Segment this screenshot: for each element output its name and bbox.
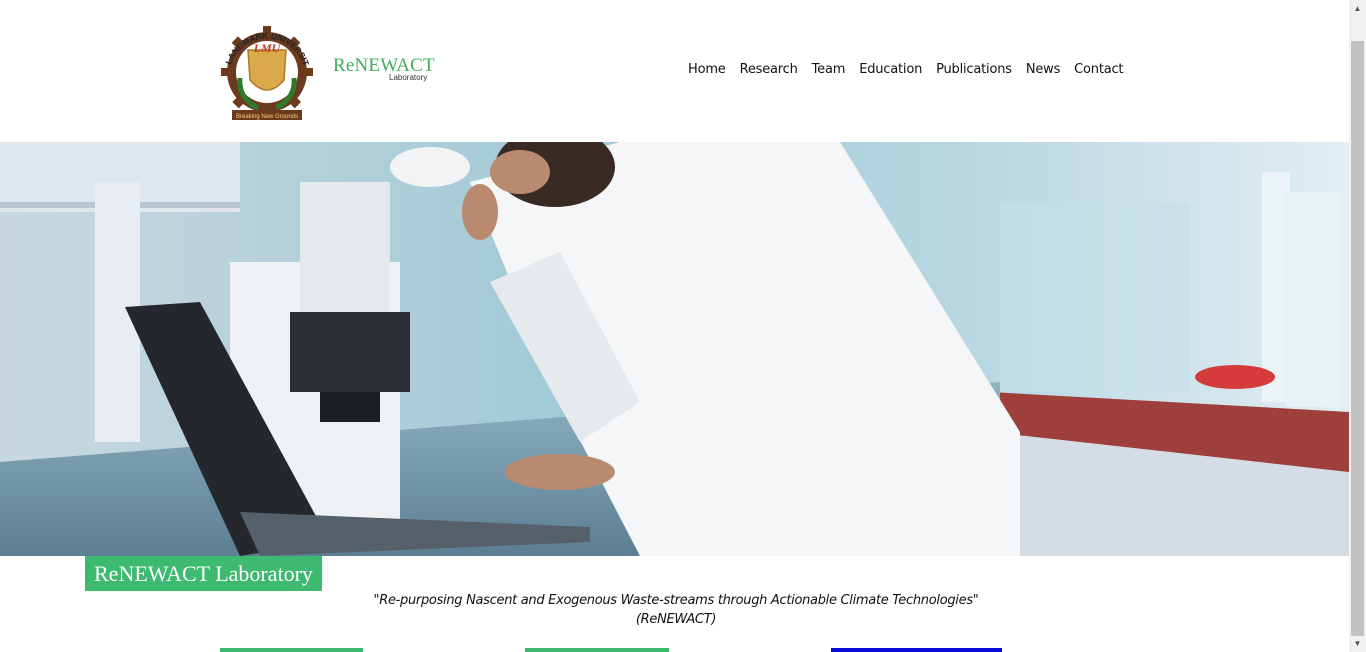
hero-image [0,142,1349,556]
nav-news[interactable]: News [1026,62,1061,77]
lab-tagline: "Re-purposing Nascent and Exogenous Wast… [300,591,1052,629]
cta-button-1[interactable] [220,648,363,652]
svg-text:Breaking New Grounds: Breaking New Grounds [236,114,298,120]
scroll-down-icon[interactable]: ▼ [1349,635,1366,652]
main-nav: Home Research Team Education Publication… [688,62,1137,77]
site-header: LMU LANDMARK UNIVERSITY Breaking New Gro… [0,0,1349,142]
nav-research[interactable]: Research [740,62,798,77]
logo-emblem-icon: LMU LANDMARK UNIVERSITY Breaking New Gro… [215,10,313,120]
scroll-thumb[interactable] [1351,41,1364,636]
brand-subtitle: Laboratory [389,73,428,82]
tagline-line-1: "Re-purposing Nascent and Exogenous Wast… [373,593,979,608]
nav-team[interactable]: Team [812,62,846,77]
page-scrollbar[interactable]: ▲ ▼ [1349,0,1366,652]
brand[interactable]: ReNEWACT Laboratory [333,56,435,83]
nav-contact[interactable]: Contact [1074,62,1123,77]
cta-button-2[interactable] [525,648,669,652]
cta-button-3[interactable] [831,648,1002,652]
scroll-up-icon[interactable]: ▲ [1349,0,1366,17]
laboratory-photo [0,142,1349,556]
lab-title-badge: ReNEWACT Laboratory [85,556,322,591]
svg-text:LMU: LMU [253,41,282,55]
nav-publications[interactable]: Publications [936,62,1012,77]
tagline-line-2: (ReNEWACT) [635,612,717,627]
nav-education[interactable]: Education [859,62,922,77]
nav-home[interactable]: Home [688,62,726,77]
university-logo[interactable]: LMU LANDMARK UNIVERSITY Breaking New Gro… [215,10,316,122]
